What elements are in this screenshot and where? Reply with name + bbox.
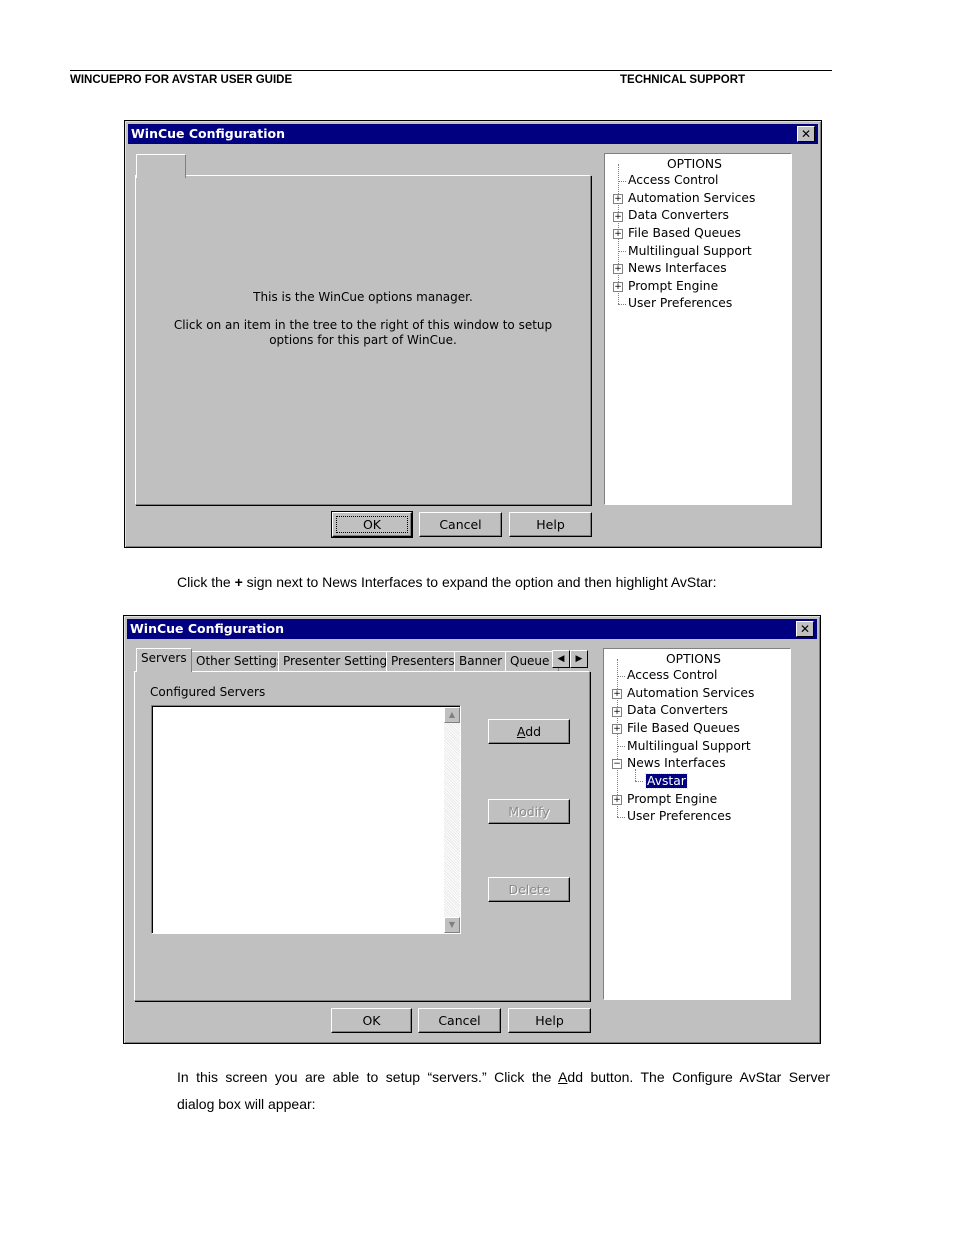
modify-button[interactable]: Modify	[488, 799, 570, 824]
options-message-2: Click on an item in the tree to the righ…	[173, 318, 553, 332]
tree-item-access-control[interactable]: Access Control	[627, 667, 717, 684]
tree-item-automation-services[interactable]: Automation Services	[627, 685, 754, 702]
instruction-2: In this screen you are able to setup “se…	[177, 1069, 830, 1085]
header-title: WINCUEPRO FOR AVSTAR USER GUIDE	[70, 74, 293, 86]
blank-tab[interactable]	[136, 154, 186, 178]
tree-item-data-converters[interactable]: Data Converters	[628, 207, 729, 224]
dialog-title: WinCue Configuration	[131, 126, 285, 141]
tree-heading: OPTIONS	[667, 157, 722, 171]
tree-item-file-based-queues[interactable]: File Based Queues	[628, 225, 741, 242]
expand-icon[interactable]: +	[613, 212, 623, 222]
options-message-1: This is the WinCue options manager.	[253, 290, 473, 304]
expand-icon[interactable]: +	[613, 229, 623, 239]
options-tree[interactable]: OPTIONS Access Control + Automation Serv…	[604, 153, 792, 505]
tree-item-multilingual-support[interactable]: Multilingual Support	[628, 243, 752, 260]
delete-button[interactable]: Delete	[488, 877, 570, 902]
tree-item-prompt-engine[interactable]: Prompt Engine	[627, 791, 717, 808]
tab-scroll-left-icon[interactable]: ◀	[552, 650, 570, 668]
tree-item-data-converters[interactable]: Data Converters	[627, 702, 728, 719]
options-panel: This is the WinCue options manager. Clic…	[135, 175, 591, 505]
header-rule	[70, 70, 832, 71]
vertical-scrollbar[interactable]: ▲ ▼	[444, 707, 460, 933]
cancel-button[interactable]: Cancel	[419, 512, 502, 537]
tree-item-multilingual-support[interactable]: Multilingual Support	[627, 738, 751, 755]
configured-servers-label: Configured Servers	[150, 685, 266, 699]
expand-icon[interactable]: +	[612, 689, 622, 699]
expand-icon[interactable]: +	[613, 282, 623, 292]
tab-queue[interactable]: Queue L	[505, 651, 559, 672]
tree-item-user-preferences[interactable]: User Preferences	[627, 808, 731, 825]
tree-heading: OPTIONS	[666, 652, 721, 666]
tab-presenter-settings[interactable]: Presenter Settings	[278, 651, 399, 672]
tab-presenters[interactable]: Presenters	[386, 651, 460, 672]
tree-item-file-based-queues[interactable]: File Based Queues	[627, 720, 740, 737]
servers-panel: Configured Servers ▲ ▼ Add Modify Delete	[134, 671, 590, 1001]
add-button[interactable]: Add	[488, 719, 570, 744]
wincue-config-dialog-2: WinCue Configuration ✕ Servers Other Set…	[123, 615, 821, 1044]
options-tree[interactable]: OPTIONS Access Control + Automation Serv…	[603, 648, 791, 1000]
help-button[interactable]: Help	[508, 1008, 591, 1033]
close-icon[interactable]: ✕	[797, 126, 815, 142]
instruction-1: Click the + sign next to News Interfaces…	[177, 574, 717, 590]
add-accelerator: A	[516, 724, 526, 739]
header-section: TECHNICAL SUPPORT	[620, 74, 746, 86]
expand-icon[interactable]: +	[612, 707, 622, 717]
expand-icon[interactable]: +	[613, 194, 623, 204]
add-label-rest: dd	[525, 724, 542, 739]
title-bar[interactable]: WinCue Configuration ✕	[128, 124, 818, 144]
tree-item-automation-services[interactable]: Automation Services	[628, 190, 755, 207]
avstar-selected-label: Avstar	[645, 773, 688, 789]
help-button[interactable]: Help	[509, 512, 592, 537]
collapse-icon[interactable]: −	[612, 759, 622, 769]
configured-servers-list[interactable]: ▲ ▼	[151, 705, 461, 934]
cancel-button[interactable]: Cancel	[418, 1008, 501, 1033]
expand-icon[interactable]: +	[613, 264, 623, 274]
scroll-up-icon[interactable]: ▲	[444, 707, 460, 723]
instruction-2-line-2: dialog box will appear:	[177, 1096, 316, 1112]
options-message-3: options for this part of WinCue.	[269, 333, 457, 347]
tree-item-prompt-engine[interactable]: Prompt Engine	[628, 278, 718, 295]
tree-item-user-preferences[interactable]: User Preferences	[628, 295, 732, 312]
close-icon[interactable]: ✕	[796, 621, 814, 637]
tab-banner[interactable]: Banner	[454, 651, 508, 672]
tab-scroll-right-icon[interactable]: ▶	[570, 650, 588, 668]
dialog-title: WinCue Configuration	[130, 621, 284, 636]
scroll-down-icon[interactable]: ▼	[444, 917, 460, 933]
tree-item-news-interfaces[interactable]: News Interfaces	[627, 755, 726, 772]
tree-item-news-interfaces[interactable]: News Interfaces	[628, 260, 727, 277]
tree-item-avstar[interactable]: Avstar	[645, 773, 688, 790]
expand-icon[interactable]: +	[612, 795, 622, 805]
tree-item-access-control[interactable]: Access Control	[628, 172, 718, 189]
title-bar[interactable]: WinCue Configuration ✕	[127, 619, 817, 639]
tab-other-settings[interactable]: Other Settings	[191, 651, 289, 672]
tab-servers[interactable]: Servers	[136, 648, 192, 672]
expand-icon[interactable]: +	[612, 724, 622, 734]
ok-button[interactable]: OK	[331, 511, 413, 538]
ok-button[interactable]: OK	[331, 1008, 412, 1033]
wincue-config-dialog-1: WinCue Configuration ✕ This is the WinCu…	[124, 120, 822, 548]
